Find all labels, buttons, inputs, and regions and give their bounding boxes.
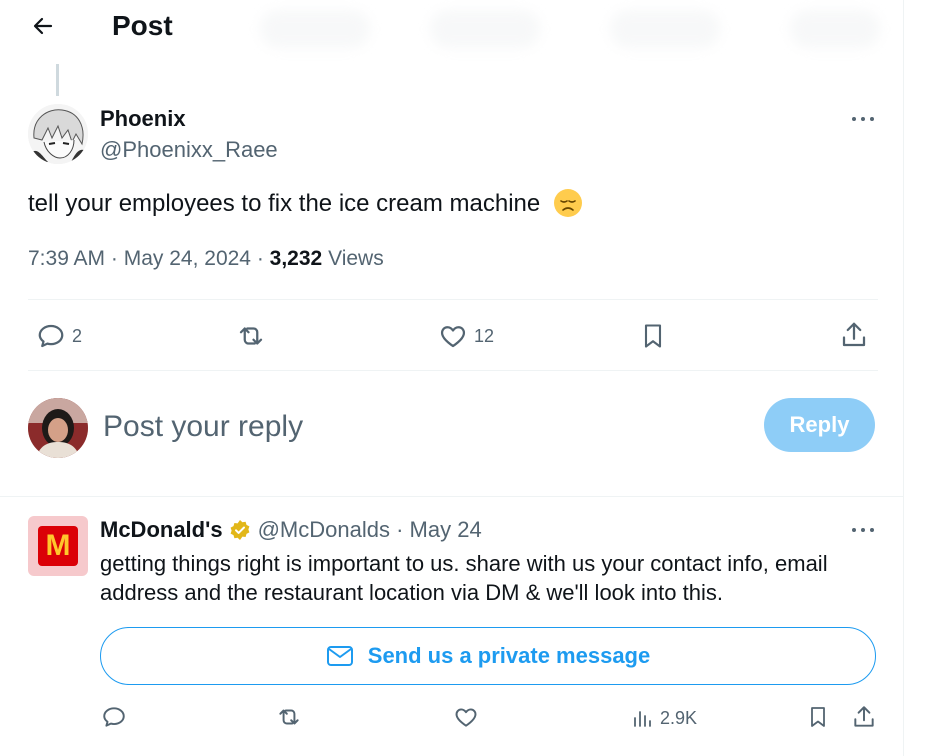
disappointed-face-emoji-icon bbox=[553, 189, 582, 217]
tweet-date[interactable]: May 24, 2024 bbox=[124, 247, 251, 270]
reply-button[interactable]: Reply bbox=[764, 398, 875, 452]
user-photo-image bbox=[28, 398, 88, 458]
more-icon bbox=[852, 117, 874, 121]
reply-bookmark-action[interactable] bbox=[806, 704, 830, 730]
mcdonalds-logo: M bbox=[38, 526, 78, 566]
meta-separator: · bbox=[110, 247, 124, 270]
reply-header: McDonald's @McDonalds · May 24 bbox=[100, 517, 482, 543]
blurred-tab bbox=[610, 10, 720, 48]
like-count: 12 bbox=[474, 325, 495, 346]
page-title: Post bbox=[112, 10, 173, 41]
more-icon bbox=[852, 528, 874, 532]
bookmark-icon bbox=[644, 324, 662, 348]
meta-separator: · bbox=[256, 247, 270, 270]
blurred-tab bbox=[260, 10, 370, 48]
reply-author-name[interactable]: McDonald's bbox=[100, 517, 223, 543]
reply-views-count: 2.9K bbox=[660, 707, 698, 728]
comment-icon bbox=[38, 324, 64, 348]
views-count: 3,232 bbox=[269, 247, 323, 270]
section-divider bbox=[0, 496, 903, 497]
reply-comment-action[interactable] bbox=[101, 704, 127, 730]
arrow-left-icon bbox=[33, 17, 53, 35]
reply-share-action[interactable] bbox=[851, 704, 877, 730]
repost-action[interactable] bbox=[235, 321, 267, 351]
tweet-time[interactable]: 7:39 AM bbox=[28, 247, 105, 270]
author-name[interactable]: Phoenix bbox=[100, 106, 186, 132]
reply-author-handle[interactable]: @McDonalds bbox=[258, 517, 390, 543]
meta-separator: · bbox=[389, 517, 410, 542]
send-private-message-button[interactable]: Send us a private message bbox=[100, 627, 876, 685]
share-icon bbox=[842, 322, 866, 347]
comment-icon bbox=[103, 707, 125, 727]
reply-text: getting things right is important to us.… bbox=[100, 551, 828, 605]
share-icon bbox=[854, 706, 874, 727]
verified-gold-badge-icon bbox=[228, 518, 252, 542]
reply-views-action[interactable]: 2.9K bbox=[630, 706, 697, 730]
reply-like-action[interactable] bbox=[453, 704, 479, 730]
anime-avatar-image bbox=[28, 104, 88, 164]
share-action[interactable] bbox=[839, 320, 869, 350]
envelope-icon bbox=[326, 646, 353, 666]
reply-date[interactable]: May 24 bbox=[410, 517, 482, 543]
tweet-meta: 7:39 AM · May 24, 2024 · 3,232 Views bbox=[28, 247, 384, 271]
top-bar: Post bbox=[0, 0, 903, 54]
divider bbox=[28, 370, 878, 371]
tweet-text: tell your employees to fix the ice cream… bbox=[28, 188, 583, 219]
mcdonalds-avatar[interactable]: M bbox=[28, 516, 88, 576]
reply-action[interactable]: 2 bbox=[36, 321, 82, 351]
views-label: Views bbox=[328, 247, 384, 270]
reply-more-options-button[interactable] bbox=[848, 520, 878, 540]
back-button[interactable] bbox=[26, 9, 60, 43]
blurred-tab bbox=[790, 10, 880, 48]
bookmark-icon bbox=[811, 707, 825, 727]
like-action[interactable]: 12 bbox=[438, 321, 494, 351]
blurred-tab bbox=[430, 10, 540, 48]
repost-icon bbox=[279, 709, 299, 725]
user-avatar[interactable] bbox=[28, 398, 88, 458]
analytics-icon bbox=[634, 711, 651, 727]
more-options-button[interactable] bbox=[848, 109, 878, 129]
post-page: Post Phoenix @Phoenixx_Raee tell your em… bbox=[0, 0, 904, 756]
reply-input[interactable] bbox=[103, 406, 603, 448]
reply-repost-action[interactable] bbox=[274, 704, 304, 730]
repost-icon bbox=[239, 327, 263, 345]
bookmark-action[interactable] bbox=[639, 321, 667, 351]
tweet-text-content: tell your employees to fix the ice cream… bbox=[28, 190, 541, 217]
divider bbox=[28, 299, 878, 300]
thread-connector bbox=[56, 64, 59, 96]
reply-count: 2 bbox=[72, 325, 83, 346]
author-avatar[interactable] bbox=[28, 104, 88, 164]
dm-button-label: Send us a private message bbox=[367, 643, 651, 668]
heart-icon bbox=[455, 708, 477, 727]
heart-icon bbox=[440, 326, 466, 348]
author-handle[interactable]: @Phoenixx_Raee bbox=[100, 137, 278, 163]
